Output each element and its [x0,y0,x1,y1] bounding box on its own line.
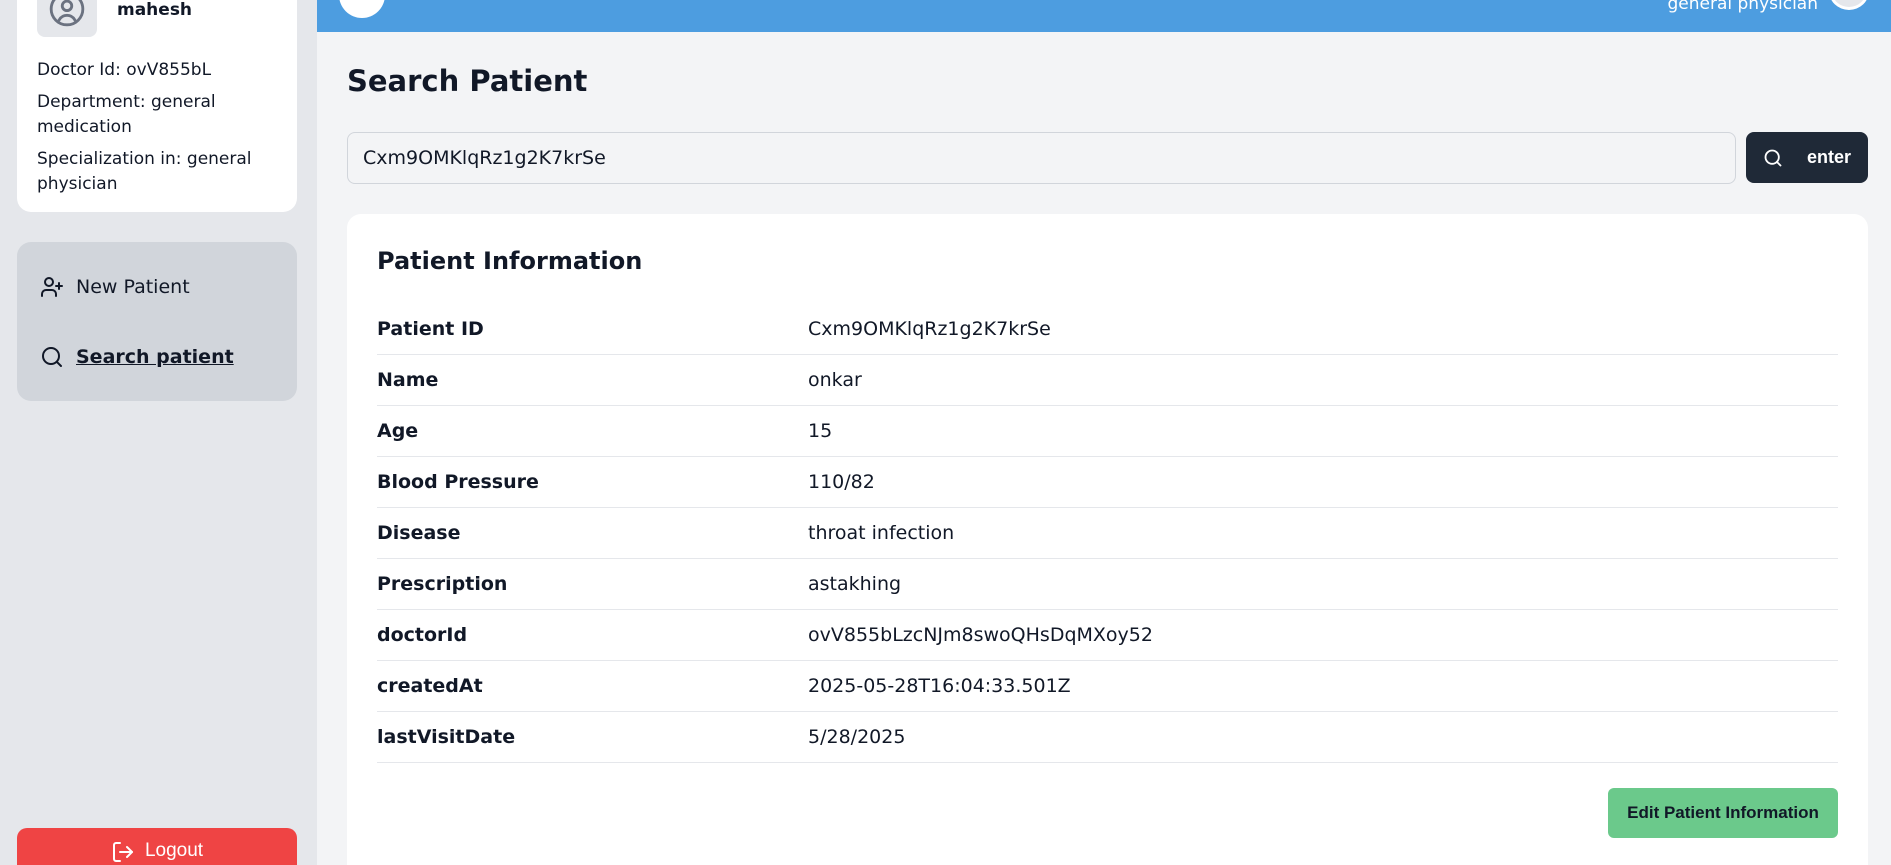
row-label: Patient ID [377,318,484,340]
sidebar-nav [17,242,297,401]
app-logo[interactable] [339,0,385,18]
logout-button[interactable]: Logout [17,828,297,865]
row-label: lastVisitDate [377,726,516,748]
doctor-department: Department: general medication [37,92,216,137]
row-value: 110/82 [808,471,875,493]
search-icon [1764,149,1782,166]
table-row: Age 15 [377,406,1838,457]
app: mahesh Doctor Id: ovV855bL Department: g… [0,0,1891,865]
patient-info-card: Patient Information Patient ID Cxm9OMKlq… [347,214,1868,865]
row-value: 15 [808,420,833,442]
table-row: Name onkar [377,355,1838,406]
sidebar: mahesh Doctor Id: ovV855bL Department: g… [0,0,317,865]
doctor-profile-card: mahesh Doctor Id: ovV855bL Department: g… [17,0,297,212]
table-row: Patient ID Cxm9OMKlqRz1g2K7krSe [377,304,1838,355]
table-row: Prescription astakhing [377,559,1838,610]
row-value: throat infection [808,522,955,544]
row-label: Blood Pressure [377,471,539,493]
row-value: 2025-05-28T16:04:33.501Z [808,675,1071,697]
table-row: createdAt 2025-05-28T16:04:33.501Z [377,661,1838,712]
table-row: doctorId ovV855bLzcNJm8swoQHsDqMXoy52 [377,610,1838,661]
row-label: Prescription [377,573,508,595]
doctor-id: Doctor Id: ovV855bL [37,60,212,80]
user-plus-icon [41,277,63,297]
row-label: createdAt [377,675,483,697]
avatar [37,0,97,37]
top-header: general physician [317,0,1891,32]
row-value: ovV855bLzcNJm8swoQHsDqMXoy52 [808,624,1153,646]
row-label: Disease [377,522,461,544]
table-row: lastVisitDate 5/28/2025 [377,712,1838,763]
patient-info-table: Patient ID Cxm9OMKlqRz1g2K7krSe Name onk… [377,304,1838,763]
table-row: Blood Pressure 110/82 [377,457,1838,508]
sidebar-item-label: New Patient [76,276,190,298]
row-value: onkar [808,369,862,391]
card-title: Patient Information [377,247,643,275]
table-row: Disease throat infection [377,508,1838,559]
row-value: Cxm9OMKlqRz1g2K7krSe [808,318,1051,340]
header-avatar[interactable] [1829,0,1869,10]
sidebar-item-label: Search patient [76,346,234,368]
user-circle-icon [49,0,85,26]
row-label: doctorId [377,624,468,646]
header-role: general physician [1667,0,1819,14]
row-value: 5/28/2025 [808,726,906,748]
row-label: Age [377,420,419,442]
sidebar-item-new-patient[interactable]: New Patient [40,275,190,299]
row-label: Name [377,369,439,391]
logout-icon [112,842,133,862]
sidebar-item-search-patient[interactable]: Search patient [40,345,234,369]
search-input[interactable] [347,132,1736,184]
edit-patient-button[interactable]: Edit Patient Information [1608,788,1838,838]
search-icon [42,347,62,367]
logout-label: Logout [144,840,204,861]
enter-button[interactable]: enter [1746,132,1868,183]
doctor-name: mahesh [117,0,193,20]
enter-button-label: enter [1806,147,1851,167]
page-title: Search Patient [347,64,588,98]
row-value: astakhing [808,573,902,595]
doctor-specialization: Specialization in: general physician [37,149,252,194]
doctor-details: Doctor Id: ovV855bL Department: general … [37,58,287,204]
